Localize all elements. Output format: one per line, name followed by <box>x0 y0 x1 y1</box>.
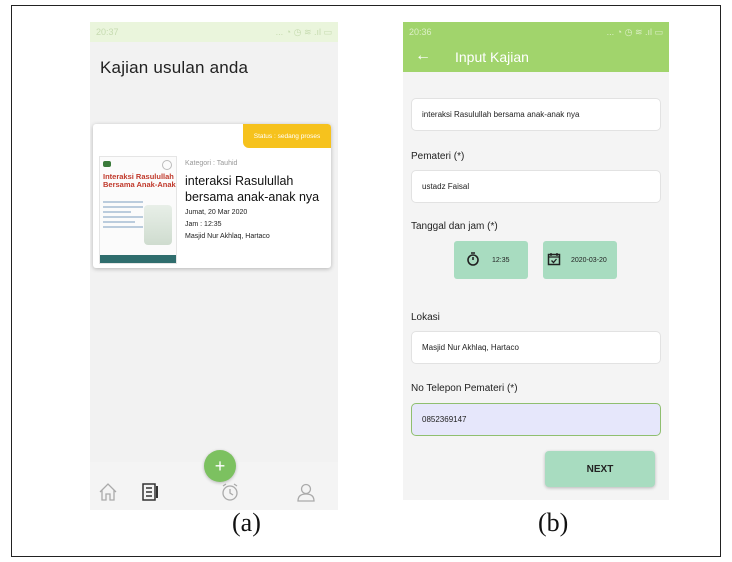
kajian-date: Jumat, 20 Mar 2020 <box>185 209 248 216</box>
page-title: Kajian usulan anda <box>100 58 249 77</box>
poster-footer <box>100 255 176 263</box>
kajian-place: Masjid Nur Akhlaq, Hartaco <box>185 233 270 240</box>
judul-kajian-field[interactable]: interaksi Rasulullah bersama anak-anak n… <box>411 98 661 131</box>
status-time: 20:37 <box>96 27 119 37</box>
kajian-category: Kategori : Tauhid <box>185 160 238 167</box>
document-list-icon[interactable] <box>140 482 160 507</box>
back-arrow-icon[interactable]: ← <box>415 47 431 65</box>
time-picker-button[interactable]: 12:35 <box>454 241 528 279</box>
stopwatch-icon <box>466 252 480 268</box>
kajian-card[interactable]: Status : sedang proses Interaksi Rasulul… <box>93 124 331 268</box>
user-profile-icon[interactable] <box>296 482 316 507</box>
poster-text-lines <box>103 201 143 231</box>
status-badge: Status : sedang proses <box>243 124 331 148</box>
poster-illustration <box>144 205 172 245</box>
kajian-time: Jam : 12:35 <box>185 221 222 228</box>
caption-a: (a) <box>232 508 261 537</box>
home-icon[interactable] <box>98 482 118 507</box>
status-time: 20:36 <box>409 27 432 37</box>
status-bar: 20:36 ... ◔ ◷ ≋ .ıl ▭ <box>403 22 669 42</box>
status-icons: ... ◔ ◷ ≋ .ıl ▭ <box>606 26 663 37</box>
kajian-poster-image: Interaksi Rasulullah Bersama Anak-Anak <box>99 156 177 264</box>
date-value: 2020-03-20 <box>571 256 607 264</box>
lokasi-field[interactable]: Masjid Nur Akhlaq, Hartaco <box>411 331 661 364</box>
screen-kajian-usulan: 20:37 ... ◔ ◷ ≋ .ıl ▭ Kajian usulan anda… <box>90 22 338 510</box>
telepon-label: No Telepon Pemateri (*) <box>411 383 518 394</box>
tanggal-jam-label: Tanggal dan jam (*) <box>411 221 498 232</box>
poster-seal-icon <box>162 160 172 170</box>
poster-logo-icon <box>103 161 111 167</box>
app-bar: ← Input Kajian <box>403 42 669 72</box>
time-value: 12:35 <box>492 256 510 264</box>
kajian-title: interaksi Rasulullah bersama anak-anak n… <box>185 174 320 204</box>
telepon-field[interactable]: 0852369147 <box>411 403 661 436</box>
date-picker-button[interactable]: 2020-03-20 <box>543 241 617 279</box>
caption-b: (b) <box>538 508 569 537</box>
poster-title: Interaksi Rasulullah Bersama Anak-Anak <box>103 172 176 189</box>
status-icons: ... ◔ ◷ ≋ .ıl ▭ <box>275 26 332 37</box>
next-button[interactable]: NEXT <box>545 451 655 487</box>
lokasi-label: Lokasi <box>411 312 440 323</box>
alarm-clock-icon[interactable] <box>220 482 240 507</box>
screen-input-kajian: 20:36 ... ◔ ◷ ≋ .ıl ▭ ← Input Kajian int… <box>403 22 669 500</box>
app-bar-title: Input Kajian <box>455 49 529 65</box>
calendar-icon <box>547 252 561 268</box>
pemateri-field[interactable]: ustadz Faisal <box>411 170 661 203</box>
add-kajian-button[interactable]: + <box>204 450 236 482</box>
status-bar: 20:37 ... ◔ ◷ ≋ .ıl ▭ <box>90 22 338 42</box>
pemateri-label: Pemateri (*) <box>411 151 465 162</box>
